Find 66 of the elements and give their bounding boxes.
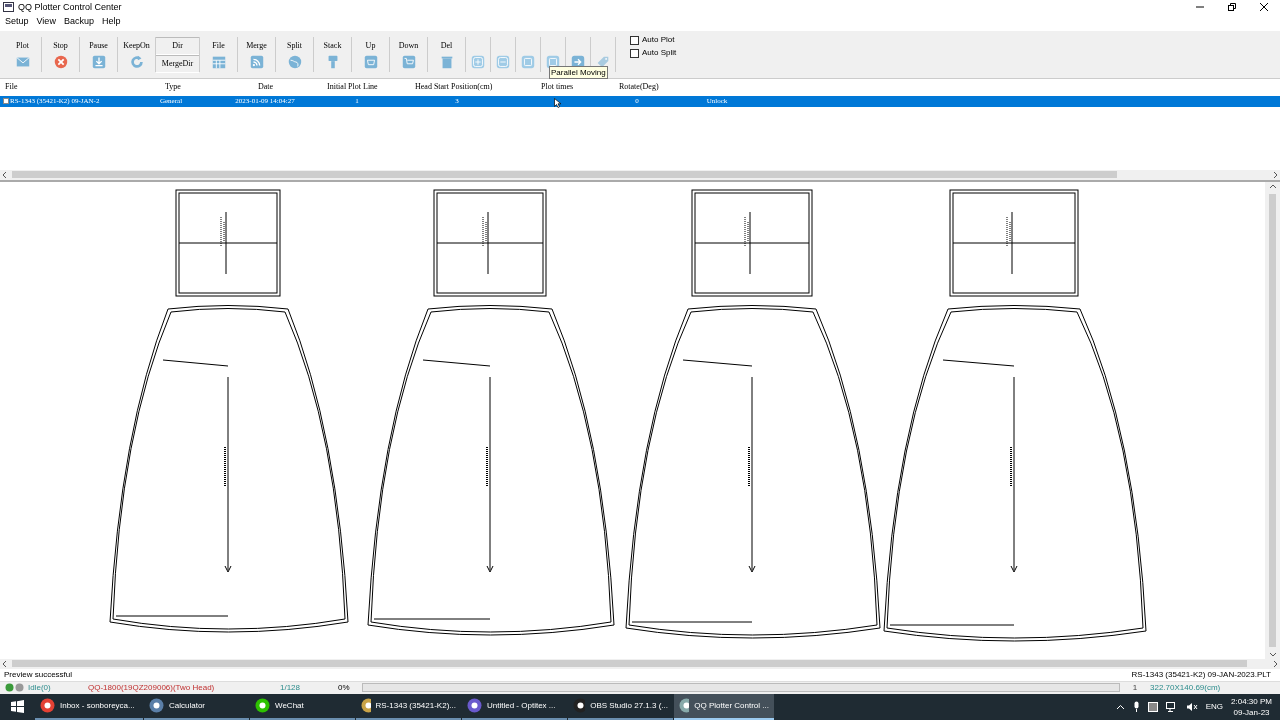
download-icon xyxy=(90,54,107,71)
tray-app-icon[interactable] xyxy=(1147,701,1158,712)
plot-size: 322.70X140.69(cm) xyxy=(1150,681,1221,694)
window-title: QQ Plotter Control Center xyxy=(18,0,122,14)
microphone-icon[interactable] xyxy=(1132,701,1140,713)
speaker-muted-icon[interactable] xyxy=(1185,701,1198,712)
app-icon xyxy=(40,698,55,714)
menu-item[interactable]: View xyxy=(36,14,56,29)
taskbar-button[interactable]: OBS Studio 27.1.3 (... xyxy=(568,693,673,720)
taskbar-button[interactable]: WeChat xyxy=(250,693,355,720)
app-icon xyxy=(679,698,690,714)
minus-icon xyxy=(495,54,511,71)
checkbox-label: Auto Plot xyxy=(642,34,675,47)
file-name: RS-1343 (35421-K2) 09-JAN-2023.PLT xyxy=(1131,668,1271,681)
column-header[interactable]: Type xyxy=(160,80,253,93)
device-name: QQ-1800(19QZ209006)(Two Head) xyxy=(88,681,216,694)
column-header[interactable]: File xyxy=(0,80,160,93)
column-header[interactable]: Head Start Position(cm) xyxy=(410,80,536,93)
checkbox[interactable] xyxy=(630,35,639,45)
column-header[interactable]: Plot times xyxy=(536,80,614,93)
status-state: Idle(0) xyxy=(28,681,52,694)
refresh-icon xyxy=(128,54,145,71)
language-indicator[interactable]: ENG xyxy=(1205,700,1224,713)
progress-percent: 0% xyxy=(338,681,351,694)
vertical-scrollbar[interactable] xyxy=(1265,181,1280,659)
app-icon xyxy=(149,698,164,714)
column-header[interactable]: Initial Plot Line xyxy=(322,80,410,93)
menu-item[interactable]: Setup xyxy=(5,14,29,29)
checkbox[interactable] xyxy=(630,48,639,58)
network-icon[interactable] xyxy=(1165,701,1178,712)
app-icon xyxy=(467,698,482,714)
plus-icon xyxy=(470,54,486,71)
chevron-up-icon[interactable] xyxy=(1115,703,1125,710)
horizontal-scrollbar[interactable] xyxy=(0,658,1280,669)
taskbar-button[interactable]: QQ Plotter Control ... xyxy=(674,693,774,720)
cart-icon xyxy=(400,54,417,71)
close-icon[interactable] xyxy=(1259,2,1269,13)
app-icon xyxy=(255,698,270,714)
column-header[interactable]: Rotate(Deg) xyxy=(614,80,703,93)
checkbox-label: Auto Split xyxy=(642,47,677,60)
menu-item[interactable]: Help xyxy=(101,14,121,29)
taskbar-button[interactable]: RS-1343 (35421-K2)... xyxy=(356,693,461,720)
basket-icon xyxy=(362,54,379,71)
page-count: 1/128 xyxy=(280,681,302,694)
app-icon xyxy=(361,698,371,714)
feed-icon xyxy=(248,54,265,71)
horizontal-scrollbar[interactable] xyxy=(0,169,1280,180)
taskbar-button[interactable]: Calculator xyxy=(144,693,249,720)
calendar-icon xyxy=(210,54,227,71)
start-icon[interactable] xyxy=(11,700,24,714)
status-message: Preview successful xyxy=(4,668,73,681)
taskbar-button[interactable]: Untitled - Optitex ... xyxy=(462,693,567,720)
mouse-cursor-icon xyxy=(554,97,561,108)
copies-count: 1 xyxy=(1131,681,1139,694)
restore-icon[interactable] xyxy=(1227,2,1237,13)
column-header[interactable]: Date xyxy=(253,80,322,93)
status-lights-icon xyxy=(5,683,25,693)
menu-item[interactable]: Backup xyxy=(63,14,94,29)
toolbar-button[interactable]: Dir xyxy=(156,37,199,55)
app-icon xyxy=(573,698,586,714)
square-icon xyxy=(520,54,536,71)
expand-icon[interactable] xyxy=(3,98,9,105)
taskbar-button[interactable]: Inbox - sonboreyca... xyxy=(35,693,143,720)
stop-icon xyxy=(52,54,69,71)
toolbar-button[interactable]: MergeDir xyxy=(156,55,199,73)
clock[interactable]: 2:04:30 PM 09-Jan-23 xyxy=(1231,695,1272,718)
